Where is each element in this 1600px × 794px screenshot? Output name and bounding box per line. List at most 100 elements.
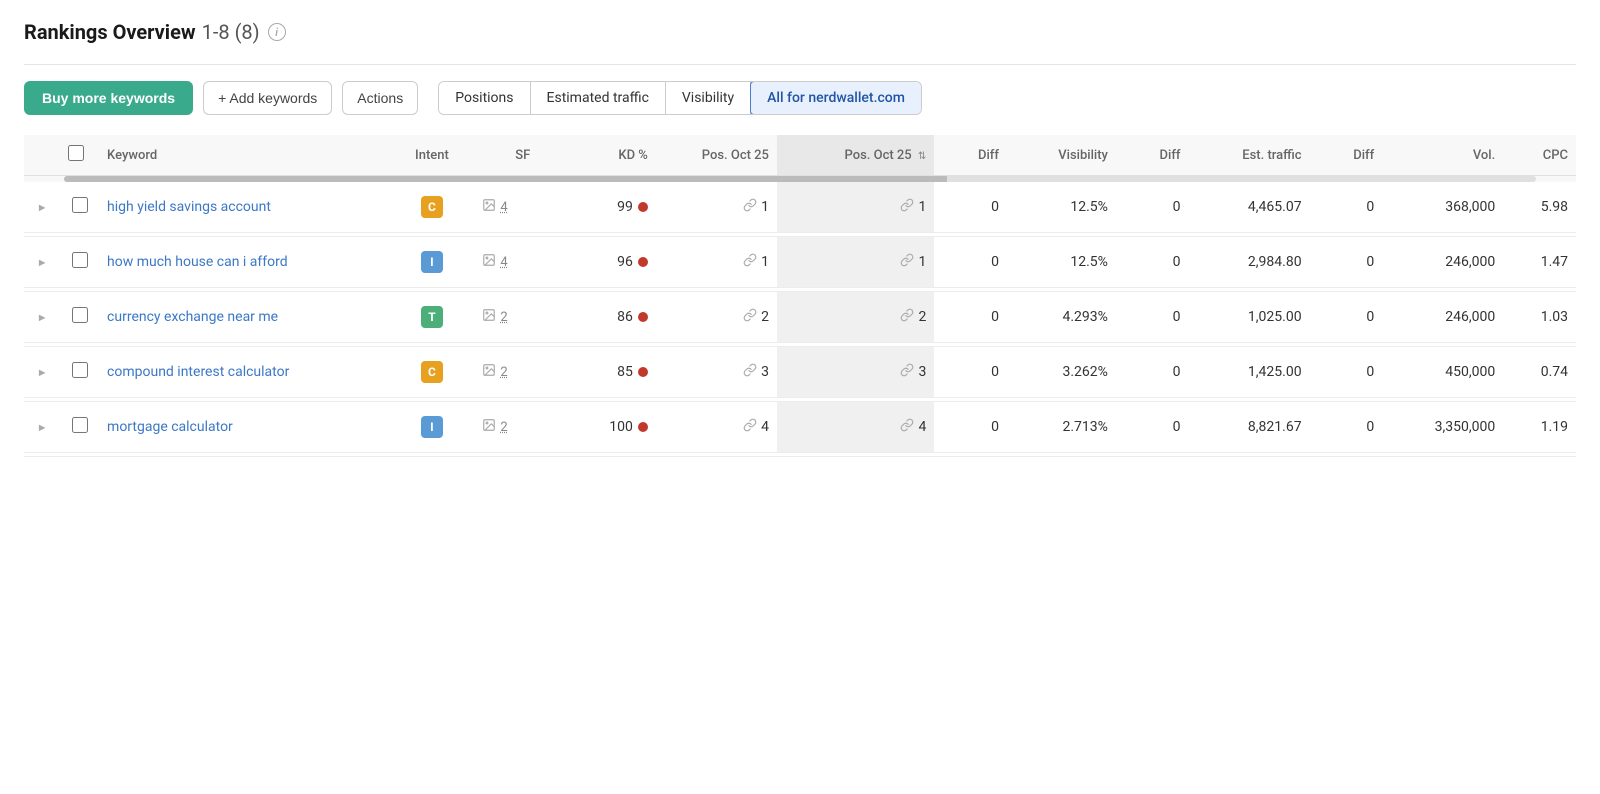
esttraffic-cell: 2,984.80 xyxy=(1189,237,1310,288)
keyword-link[interactable]: mortgage calculator xyxy=(107,419,233,435)
pos1-cell: 2 xyxy=(656,292,777,343)
sf-number: 2 xyxy=(500,310,507,325)
intent-badge: I xyxy=(421,251,443,273)
kd-cell: 85 xyxy=(571,347,656,398)
etdiff-cell: 0 xyxy=(1310,182,1383,233)
kd-value: 86 xyxy=(617,309,633,325)
keyword-link[interactable]: currency exchange near me xyxy=(107,309,278,325)
sf-content: 2 xyxy=(482,363,563,381)
tab-visibility[interactable]: Visibility xyxy=(666,82,751,114)
info-icon[interactable]: i xyxy=(268,23,286,41)
th-cpc[interactable]: CPC xyxy=(1503,135,1576,176)
pos2-link-icon xyxy=(900,418,914,436)
keyword-link[interactable]: high yield savings account xyxy=(107,199,271,215)
row-expand-btn[interactable]: ► xyxy=(24,237,60,288)
visibility-value: 12.5% xyxy=(1070,254,1108,270)
visibility-value: 12.5% xyxy=(1070,199,1108,215)
pos2-link-icon xyxy=(900,253,914,271)
th-kd[interactable]: KD % xyxy=(571,135,656,176)
row-expand-btn[interactable]: ► xyxy=(24,402,60,453)
th-keyword[interactable]: Keyword xyxy=(99,135,390,176)
kd-content: 100 xyxy=(579,419,648,435)
th-pos2[interactable]: Pos. Oct 25 ⇅ xyxy=(777,135,934,176)
diff-cell: 0 xyxy=(934,402,1007,453)
cpc-cell: 5.98 xyxy=(1503,182,1576,233)
pos1-content: 2 xyxy=(664,308,769,326)
vdiff-value: 0 xyxy=(1173,364,1181,380)
vdiff-cell: 0 xyxy=(1116,182,1189,233)
cpc-cell: 1.19 xyxy=(1503,402,1576,453)
actions-button[interactable]: Actions xyxy=(342,81,418,115)
table-row: ► compound interest calculator C 2 85 xyxy=(24,347,1576,398)
pos2-content: 1 xyxy=(785,198,926,216)
th-sf[interactable]: SF xyxy=(474,135,571,176)
kd-value: 96 xyxy=(617,254,633,270)
pos1-link-icon xyxy=(743,198,757,216)
pos1-cell: 1 xyxy=(656,237,777,288)
th-vdiff[interactable]: Diff xyxy=(1116,135,1189,176)
esttraffic-cell: 1,425.00 xyxy=(1189,347,1310,398)
row-checkbox[interactable] xyxy=(72,197,88,213)
tab-positions[interactable]: Positions xyxy=(439,82,530,114)
keyword-cell: high yield savings account xyxy=(99,182,390,233)
row-checkbox-cell xyxy=(60,182,99,233)
buy-keywords-button[interactable]: Buy more keywords xyxy=(24,81,193,115)
kd-difficulty-dot xyxy=(638,367,648,377)
pos2-cell: 1 xyxy=(777,237,934,288)
kd-content: 99 xyxy=(579,199,648,215)
row-expand-btn[interactable]: ► xyxy=(24,347,60,398)
pos1-link-icon xyxy=(743,253,757,271)
etdiff-value: 0 xyxy=(1366,419,1374,435)
tab-all-for[interactable]: All for nerdwallet.com xyxy=(750,81,922,115)
row-checkbox[interactable] xyxy=(72,417,88,433)
pos1-value: 1 xyxy=(761,199,769,215)
row-expand-btn[interactable]: ► xyxy=(24,182,60,233)
vdiff-value: 0 xyxy=(1173,254,1181,270)
visibility-cell: 3.262% xyxy=(1007,347,1116,398)
pos1-value: 3 xyxy=(761,364,769,380)
etdiff-value: 0 xyxy=(1366,309,1374,325)
vol-value: 246,000 xyxy=(1445,254,1495,270)
esttraffic-value: 1,025.00 xyxy=(1248,309,1302,325)
kd-content: 86 xyxy=(579,309,648,325)
sf-number: 2 xyxy=(500,365,507,380)
th-diff[interactable]: Diff xyxy=(934,135,1007,176)
pos2-cell: 3 xyxy=(777,347,934,398)
page-title: Rankings Overview xyxy=(24,20,196,44)
th-checkbox xyxy=(60,135,99,176)
kd-value: 99 xyxy=(617,199,633,215)
esttraffic-cell: 1,025.00 xyxy=(1189,292,1310,343)
row-checkbox[interactable] xyxy=(72,362,88,378)
add-keywords-button[interactable]: + Add keywords xyxy=(203,81,332,115)
kd-content: 85 xyxy=(579,364,648,380)
row-checkbox[interactable] xyxy=(72,252,88,268)
diff-value: 0 xyxy=(991,419,999,435)
tab-estimated-traffic[interactable]: Estimated traffic xyxy=(531,82,666,114)
row-checkbox[interactable] xyxy=(72,307,88,323)
vol-cell: 450,000 xyxy=(1382,347,1503,398)
th-intent[interactable]: Intent xyxy=(390,135,475,176)
table-row: ► currency exchange near me T 2 86 xyxy=(24,292,1576,343)
kd-value: 100 xyxy=(609,419,633,435)
th-est-traffic[interactable]: Est. traffic xyxy=(1189,135,1310,176)
kd-difficulty-dot xyxy=(638,202,648,212)
pos2-cell: 2 xyxy=(777,292,934,343)
th-etdiff[interactable]: Diff xyxy=(1310,135,1383,176)
keyword-cell: currency exchange near me xyxy=(99,292,390,343)
th-visibility[interactable]: Visibility xyxy=(1007,135,1116,176)
th-pos1[interactable]: Pos. Oct 25 xyxy=(656,135,777,176)
vol-cell: 368,000 xyxy=(1382,182,1503,233)
keyword-link[interactable]: compound interest calculator xyxy=(107,364,289,380)
intent-badge: T xyxy=(421,306,443,328)
intent-cell: I xyxy=(390,237,475,288)
etdiff-cell: 0 xyxy=(1310,402,1383,453)
row-expand-btn[interactable]: ► xyxy=(24,292,60,343)
esttraffic-value: 2,984.80 xyxy=(1248,254,1302,270)
diff-cell: 0 xyxy=(934,292,1007,343)
select-all-checkbox[interactable] xyxy=(68,145,84,161)
diff-value: 0 xyxy=(991,199,999,215)
intent-cell: C xyxy=(390,347,475,398)
th-vol[interactable]: Vol. xyxy=(1382,135,1503,176)
kd-difficulty-dot xyxy=(638,257,648,267)
keyword-link[interactable]: how much house can i afford xyxy=(107,254,288,270)
